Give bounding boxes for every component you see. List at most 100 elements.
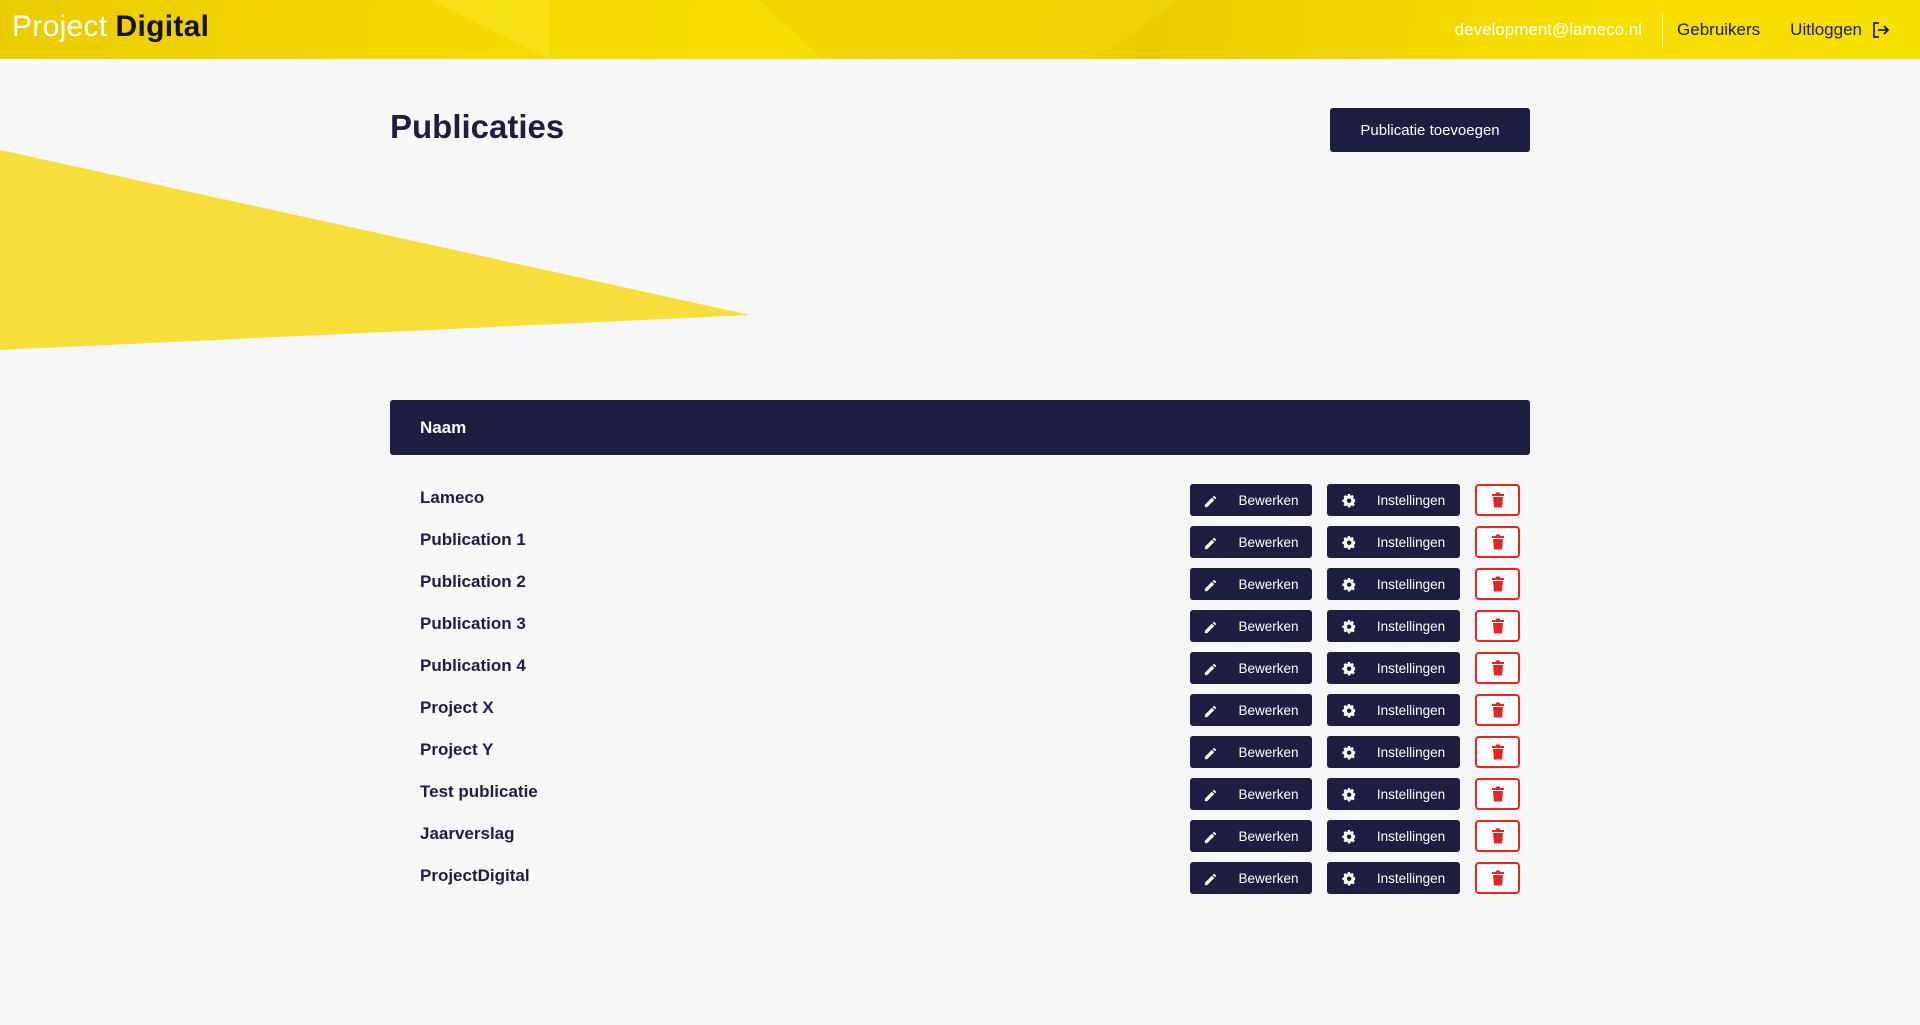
publication-name: Publication 2	[420, 572, 526, 591]
settings-button-label: Instellingen	[1376, 702, 1446, 718]
table-row: Test publicatie Bewerken Instellingen	[390, 778, 1530, 820]
top-nav: development@lameco.nl Gebruikers Uitlogg…	[1455, 0, 1890, 59]
delete-button[interactable]	[1475, 610, 1520, 642]
edit-button[interactable]: Bewerken	[1190, 736, 1312, 768]
edit-button[interactable]: Bewerken	[1190, 610, 1312, 642]
publication-name: Jaarverslag	[420, 824, 515, 843]
table-row: Jaarverslag Bewerken Instellingen	[390, 820, 1530, 862]
table-row: Publication 3 Bewerken Instellingen	[390, 610, 1530, 652]
logo-text-bold: Digital	[115, 10, 210, 43]
page-title: Publicaties	[390, 108, 565, 145]
gear-icon	[1342, 703, 1367, 718]
edit-button-label: Bewerken	[1238, 828, 1299, 844]
add-publication-button[interactable]: Publicatie toevoegen	[1330, 108, 1530, 152]
edit-button[interactable]: Bewerken	[1190, 568, 1312, 600]
table-row: Publication 1 Bewerken Instellingen	[390, 526, 1530, 568]
decorative-triangle	[0, 150, 750, 350]
edit-button[interactable]: Bewerken	[1190, 862, 1312, 894]
settings-button-label: Instellingen	[1376, 660, 1446, 676]
settings-button[interactable]: Instellingen	[1327, 484, 1460, 516]
pencil-icon	[1203, 577, 1228, 592]
settings-button[interactable]: Instellingen	[1327, 694, 1460, 726]
pencil-icon	[1203, 745, 1228, 760]
edit-button[interactable]: Bewerken	[1190, 652, 1312, 684]
settings-button-label: Instellingen	[1376, 618, 1446, 634]
settings-button[interactable]: Instellingen	[1327, 862, 1460, 894]
pencil-icon	[1203, 871, 1228, 886]
gear-icon	[1342, 493, 1367, 508]
publication-name: Test publicatie	[420, 782, 538, 801]
table-row: Publication 2 Bewerken Instellingen	[390, 568, 1530, 610]
edit-button-label: Bewerken	[1238, 534, 1299, 550]
users-link[interactable]: Gebruikers	[1663, 20, 1760, 40]
table-row: ProjectDigital Bewerken Instellingen	[390, 862, 1530, 904]
table-row: Project Y Bewerken Instellingen	[390, 736, 1530, 778]
delete-button[interactable]	[1475, 862, 1520, 894]
header-decoration	[430, 0, 550, 59]
user-email: development@lameco.nl	[1454, 19, 1643, 39]
delete-button[interactable]	[1475, 820, 1520, 852]
settings-button[interactable]: Instellingen	[1327, 652, 1460, 684]
settings-button[interactable]: Instellingen	[1327, 820, 1460, 852]
edit-button[interactable]: Bewerken	[1190, 484, 1312, 516]
table-header: Naam	[390, 400, 1530, 455]
edit-button-label: Bewerken	[1238, 492, 1299, 508]
settings-button[interactable]: Instellingen	[1327, 526, 1460, 558]
pencil-icon	[1203, 703, 1228, 718]
gear-icon	[1342, 535, 1367, 550]
publication-name: Project X	[420, 698, 494, 717]
edit-button[interactable]: Bewerken	[1190, 694, 1312, 726]
trash-icon	[1491, 786, 1505, 802]
settings-button[interactable]: Instellingen	[1327, 778, 1460, 810]
table-row: Lameco Bewerken Instellingen	[390, 484, 1530, 526]
publication-list: Lameco Bewerken Instellingen Publication 1 B…	[390, 484, 1530, 904]
trash-icon	[1491, 576, 1505, 592]
publication-name: Publication 3	[420, 614, 526, 633]
top-bar: Project Digital development@lameco.nl Geb…	[0, 0, 1920, 59]
settings-button-label: Instellingen	[1376, 744, 1446, 760]
publication-name: Publication 4	[420, 656, 526, 675]
pencil-icon	[1203, 787, 1228, 802]
publication-name: Project Y	[420, 740, 494, 759]
edit-button-label: Bewerken	[1238, 660, 1299, 676]
delete-button[interactable]	[1475, 736, 1520, 768]
delete-button[interactable]	[1475, 484, 1520, 516]
settings-button[interactable]: Instellingen	[1327, 568, 1460, 600]
trash-icon	[1491, 618, 1505, 634]
users-link-label: Gebruikers	[1677, 19, 1761, 39]
trash-icon	[1491, 744, 1505, 760]
pencil-icon	[1203, 829, 1228, 844]
pencil-icon	[1203, 661, 1228, 676]
trash-icon	[1491, 492, 1505, 508]
logo-text-light: Project	[12, 10, 108, 43]
trash-icon	[1491, 702, 1505, 718]
trash-icon	[1491, 660, 1505, 676]
pencil-icon	[1203, 493, 1228, 508]
column-header-name: Naam	[420, 417, 467, 437]
delete-button[interactable]	[1475, 652, 1520, 684]
logout-link-label: Uitloggen	[1790, 19, 1862, 39]
edit-button[interactable]: Bewerken	[1190, 820, 1312, 852]
edit-button-label: Bewerken	[1238, 576, 1299, 592]
logout-icon	[1872, 21, 1890, 38]
delete-button[interactable]	[1475, 778, 1520, 810]
edit-button-label: Bewerken	[1238, 870, 1299, 886]
gear-icon	[1342, 619, 1367, 634]
edit-button[interactable]: Bewerken	[1190, 778, 1312, 810]
delete-button[interactable]	[1475, 526, 1520, 558]
settings-button-label: Instellingen	[1376, 786, 1446, 802]
settings-button[interactable]: Instellingen	[1327, 736, 1460, 768]
header-decoration	[760, 0, 1180, 59]
delete-button[interactable]	[1475, 694, 1520, 726]
settings-button[interactable]: Instellingen	[1327, 610, 1460, 642]
publication-name: Lameco	[420, 488, 485, 507]
delete-button[interactable]	[1475, 568, 1520, 600]
gear-icon	[1342, 787, 1367, 802]
settings-button-label: Instellingen	[1376, 870, 1446, 886]
logo[interactable]: Project Digital	[12, 10, 209, 44]
edit-button[interactable]: Bewerken	[1190, 526, 1312, 558]
publication-name: ProjectDigital	[420, 866, 530, 885]
table-row: Project X Bewerken Instellingen	[390, 694, 1530, 736]
logout-link[interactable]: Uitloggen	[1776, 20, 1890, 40]
edit-button-label: Bewerken	[1238, 618, 1299, 634]
